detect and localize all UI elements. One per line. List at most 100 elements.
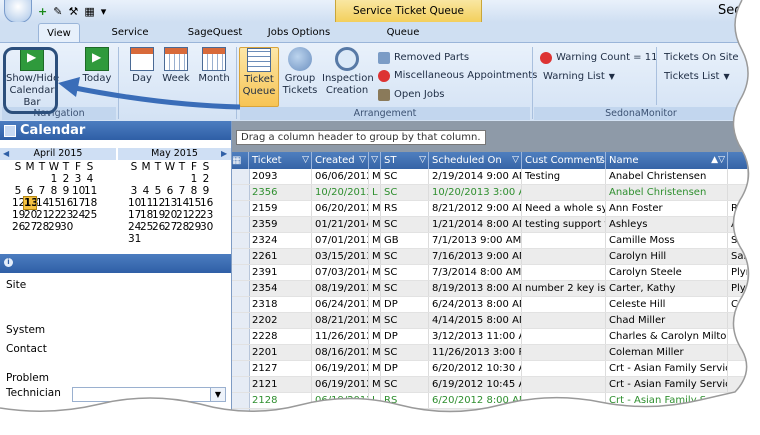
- prev-month-icon[interactable]: ◀: [3, 148, 9, 160]
- calendar-day[interactable]: 24: [72, 209, 85, 221]
- calendar-day[interactable]: 15: [48, 197, 61, 209]
- calendar-day[interactable]: 18: [84, 197, 97, 209]
- calendar-day[interactable]: 9: [60, 185, 72, 197]
- calendar-day[interactable]: 13: [164, 197, 177, 209]
- calendar-day[interactable]: 14: [176, 197, 189, 209]
- removed-parts-button[interactable]: Removed Parts: [378, 50, 469, 66]
- calendar-day[interactable]: 11: [140, 197, 153, 209]
- calendar-day[interactable]: 17: [72, 197, 85, 209]
- table-row[interactable]: 2261 03/15/2013 M SC 7/16/2013 9:00 AM Caroly…: [232, 249, 748, 265]
- row-selector[interactable]: [232, 217, 250, 232]
- calendar-day[interactable]: 22: [188, 209, 201, 221]
- misc-appointments-button[interactable]: Miscellaneous Appointments: [378, 68, 537, 84]
- calendar-day[interactable]: 4: [140, 185, 152, 197]
- tab-queue[interactable]: Queue: [383, 23, 423, 42]
- tab-sagequest[interactable]: SageQuest: [186, 23, 244, 42]
- calendar-day[interactable]: 5: [152, 185, 164, 197]
- calendar-day[interactable]: 23: [60, 209, 73, 221]
- row-selector[interactable]: [232, 409, 250, 424]
- calendar-day[interactable]: 5: [12, 185, 24, 197]
- calendar-day[interactable]: 25: [140, 221, 153, 233]
- calendar-day[interactable]: 7: [176, 185, 188, 197]
- table-row[interactable]: 2202 08/21/2012 M SC 4/14/2015 8:00 AM Chad M…: [232, 313, 748, 329]
- grid-options-icon[interactable]: ▦: [232, 152, 249, 169]
- calendar-day[interactable]: 25: [84, 209, 97, 221]
- tab-service-options[interactable]: Service Options: [93, 23, 167, 57]
- row-selector[interactable]: [232, 345, 250, 360]
- table-row[interactable]: 2318 06/24/2013 M DP 6/24/2013 8:00 AM Celest…: [232, 297, 748, 313]
- row-selector[interactable]: [232, 185, 250, 200]
- calendar-day[interactable]: 19: [12, 209, 25, 221]
- inspection-creation-button[interactable]: Inspection Creation: [322, 47, 374, 97]
- column-header-scheduled-on[interactable]: Scheduled On ▽: [429, 152, 522, 169]
- tab-jobs-options[interactable]: Jobs Options: [264, 23, 334, 42]
- calendar-day[interactable]: 1: [188, 173, 200, 185]
- calendar-day[interactable]: 9: [200, 185, 212, 197]
- column-header-cust-comments[interactable]: Cust Comments ▽: [522, 152, 606, 169]
- calendar-day[interactable]: 16: [60, 197, 73, 209]
- calendar-day[interactable]: 27: [164, 221, 177, 233]
- row-selector[interactable]: [232, 265, 250, 280]
- calendar-day[interactable]: 20: [164, 209, 177, 221]
- column-header-created[interactable]: Created ▽: [312, 152, 369, 169]
- table-row[interactable]: 212106/19/2012MSC6/19/2012 10:45 AM Crt -…: [232, 377, 748, 393]
- calendar-day[interactable]: 12: [152, 197, 165, 209]
- calendar-day[interactable]: 17: [128, 209, 141, 221]
- calendar-day[interactable]: 30: [60, 221, 73, 233]
- calendar-day[interactable]: 16: [200, 197, 213, 209]
- calendar-day[interactable]: 19: [152, 209, 165, 221]
- group-by-panel[interactable]: Drag a column header to group by that co…: [232, 121, 748, 152]
- calendar-day[interactable]: 4: [84, 173, 96, 185]
- tickets-list-dropdown[interactable]: Tickets List ▼: [664, 69, 730, 85]
- column-header-type[interactable]: ▽: [369, 152, 381, 169]
- row-selector[interactable]: [232, 201, 250, 216]
- calendar-day[interactable]: 10: [72, 185, 85, 197]
- calendar-day[interactable]: 2: [60, 173, 72, 185]
- calendar-day[interactable]: 8: [188, 185, 200, 197]
- calendar-day[interactable]: 15: [188, 197, 201, 209]
- calendar-day[interactable]: 20: [24, 209, 37, 221]
- calendar-day[interactable]: 30: [200, 221, 213, 233]
- row-selector[interactable]: [232, 249, 250, 264]
- row-selector[interactable]: [232, 233, 250, 248]
- row-selector[interactable]: [232, 297, 250, 312]
- calendar-day[interactable]: 24: [128, 221, 141, 233]
- row-selector[interactable]: [232, 313, 250, 328]
- calendar-day[interactable]: 8: [48, 185, 60, 197]
- chevron-down-icon[interactable]: ▼: [210, 388, 225, 401]
- tools-icon[interactable]: ✎: [53, 5, 62, 18]
- calendar-day[interactable]: 27: [24, 221, 37, 233]
- next-month-icon[interactable]: ▶: [221, 148, 227, 160]
- row-selector[interactable]: [232, 329, 250, 344]
- calendar-day[interactable]: 31: [128, 233, 141, 245]
- calendar-day[interactable]: 10: [128, 197, 141, 209]
- calendar-day[interactable]: 23: [200, 209, 213, 221]
- calendar-day[interactable]: 18: [140, 209, 153, 221]
- calendar-day[interactable]: 29: [188, 221, 201, 233]
- calendar-icon[interactable]: ▦: [84, 5, 94, 18]
- calendar-day[interactable]: 11: [84, 185, 97, 197]
- row-selector[interactable]: [232, 361, 250, 376]
- table-row[interactable]: 212706/19/2012MDP6/20/2012 10:30 AM Crt -…: [232, 361, 748, 377]
- table-row[interactable]: 2093 06/06/2012 M SC 2/19/2014 9:00 AM Testin…: [232, 169, 748, 185]
- open-jobs-button[interactable]: Open Jobs: [378, 87, 445, 103]
- calendar-day[interactable]: 26: [152, 221, 165, 233]
- column-header-st[interactable]: ST ▽: [381, 152, 429, 169]
- calendar-day[interactable]: 6: [164, 185, 176, 197]
- warning-count-button[interactable]: Warning Count = 11: [540, 50, 657, 66]
- calendar-day[interactable]: 3: [72, 173, 84, 185]
- column-header-extra[interactable]: [728, 152, 748, 169]
- warning-list-dropdown[interactable]: Warning List ▼: [543, 69, 615, 85]
- table-row[interactable]: 2128 06/19/2012 L RS 6/20/2012 8:00 AM Crt - …: [232, 393, 748, 409]
- calendar-day[interactable]: 21: [36, 209, 49, 221]
- calendar-day[interactable]: 12: [12, 197, 25, 209]
- calendar-day[interactable]: 28: [176, 221, 189, 233]
- ticket-queue-button[interactable]: Ticket Queue: [239, 47, 279, 107]
- calendar-day[interactable]: 3: [128, 185, 140, 197]
- row-selector[interactable]: [232, 281, 250, 296]
- table-row[interactable]: 2354 08/19/2013 M SC 8/19/2013 8:00 AM number…: [232, 281, 748, 297]
- table-row[interactable]: 2278 05/28/2013 M SC 5/29/2013 8:00 AM Darryl…: [232, 409, 748, 424]
- calendar-day[interactable]: 1: [48, 173, 60, 185]
- app-menu-button[interactable]: [4, 0, 32, 23]
- calendar-day[interactable]: 7: [36, 185, 48, 197]
